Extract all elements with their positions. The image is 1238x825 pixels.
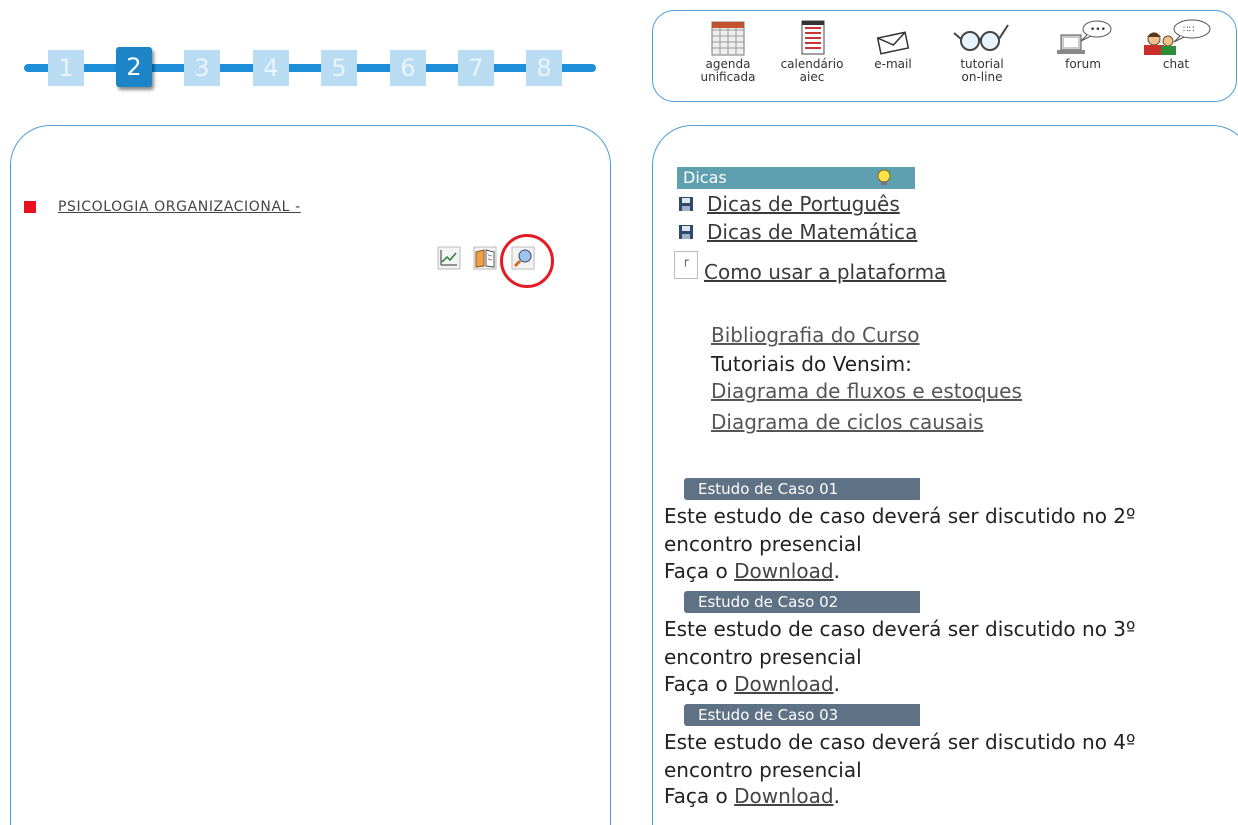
tool-forum-label: forum	[1065, 57, 1101, 71]
tools-bar: agenda unificada calendário aiec e-mail	[652, 10, 1237, 102]
tool-chat[interactable]: ∷∷ chat	[1137, 19, 1215, 70]
course-link[interactable]: PSICOLOGIA ORGANIZACIONAL -	[58, 199, 301, 215]
caso-03-prefix: Faça o	[664, 784, 735, 808]
dicas-header: Dicas	[677, 167, 915, 189]
bibliografia-link[interactable]: Bibliografia do Curso	[711, 323, 920, 347]
caso-02-suffix: .	[833, 672, 840, 696]
step-track	[24, 64, 596, 72]
caso-02-download-line: Faça o Download.	[664, 670, 840, 698]
checkbox-mark: ┌	[682, 254, 689, 267]
dicas-matematica-link[interactable]: Dicas de Matemática	[707, 220, 917, 244]
tool-email[interactable]: e-mail	[865, 19, 921, 70]
tool-agenda-label-1: agenda	[705, 57, 751, 71]
glasses-icon	[953, 24, 1009, 51]
tool-agenda-label-2: unificada	[700, 70, 756, 84]
caso-03-header: Estudo de Caso 03	[684, 704, 920, 726]
step-2-active[interactable]: 2	[116, 47, 152, 87]
tool-forum[interactable]: ••• forum	[1051, 19, 1115, 70]
caso-03-download-line: Faça o Download.	[664, 782, 840, 810]
caso-01-download-link[interactable]: Download	[734, 559, 833, 583]
step-7[interactable]: 7	[458, 50, 494, 86]
caso-02-text-2: encontro presencial	[664, 645, 862, 669]
envelope-icon	[876, 31, 910, 55]
platform-help-link[interactable]: Como usar a plataforma	[704, 260, 946, 284]
caso-03-download-link[interactable]: Download	[734, 784, 833, 808]
tool-agenda[interactable]: agenda unificada	[693, 19, 763, 83]
caso-01-header: Estudo de Caso 01	[684, 478, 920, 500]
notepad-icon	[801, 20, 825, 55]
vensim-fluxos-link[interactable]: Diagrama de fluxos e estoques	[711, 379, 1022, 403]
tool-email-label: e-mail	[874, 57, 912, 71]
caso-02-header: Estudo de Caso 02	[684, 591, 920, 613]
tool-calendario-label-2: aiec	[799, 70, 825, 84]
tool-calendario[interactable]: calendário aiec	[777, 19, 847, 83]
step-6[interactable]: 6	[390, 50, 426, 86]
tutoriais-label: Tutoriais do Vensim:	[711, 352, 912, 376]
step-4[interactable]: 4	[253, 50, 289, 86]
step-3[interactable]: 3	[184, 50, 220, 86]
highlight-circle	[500, 234, 554, 288]
tool-tutorial[interactable]: tutorial on-line	[949, 19, 1015, 83]
caso-01-suffix: .	[833, 559, 840, 583]
floppy-icon	[679, 197, 693, 211]
people-chat-icon: ∷∷	[1144, 19, 1211, 55]
tool-calendario-label-1: calendário	[780, 57, 844, 71]
caso-03-suffix: .	[833, 784, 840, 808]
caso-01-text-1: Este estudo de caso deverá ser discutido…	[664, 504, 1136, 528]
book-icon[interactable]	[473, 246, 497, 270]
svg-text:∷∷: ∷∷	[1183, 25, 1194, 35]
caso-01-text-2: encontro presencial	[664, 532, 862, 556]
dicas-portugues-link[interactable]: Dicas de Português	[707, 192, 900, 216]
caso-03-text-2: encontro presencial	[664, 758, 862, 782]
caso-03-text-1: Este estudo de caso deverá ser discutido…	[664, 730, 1136, 754]
svg-text:•••: •••	[1090, 25, 1106, 35]
course-panel	[10, 125, 611, 825]
calendar-grid-icon	[711, 21, 745, 56]
step-navigator: 1 2 3 4 5 6 7 8	[24, 47, 599, 90]
lightbulb-icon	[877, 169, 891, 185]
tool-chat-label: chat	[1162, 57, 1190, 71]
platform-checkbox[interactable]: ┌	[674, 251, 698, 279]
tool-tutorial-label-2: on-line	[961, 70, 1003, 84]
caso-02-text-1: Este estudo de caso deverá ser discutido…	[664, 617, 1136, 641]
floppy-icon	[679, 225, 693, 239]
caso-02-download-link[interactable]: Download	[734, 672, 833, 696]
chart-icon[interactable]	[437, 246, 461, 270]
dicas-header-label: Dicas	[683, 168, 727, 187]
tool-tutorial-label-1: tutorial	[960, 57, 1004, 71]
caso-02-prefix: Faça o	[664, 672, 735, 696]
caso-01-download-line: Faça o Download.	[664, 557, 840, 585]
step-8[interactable]: 8	[526, 50, 562, 86]
vensim-ciclos-link[interactable]: Diagrama de ciclos causais	[711, 410, 984, 434]
course-bullet	[24, 201, 36, 213]
caso-01-prefix: Faça o	[664, 559, 735, 583]
step-5[interactable]: 5	[321, 50, 357, 86]
computer-speech-icon: •••	[1057, 20, 1112, 54]
step-1[interactable]: 1	[48, 50, 84, 86]
